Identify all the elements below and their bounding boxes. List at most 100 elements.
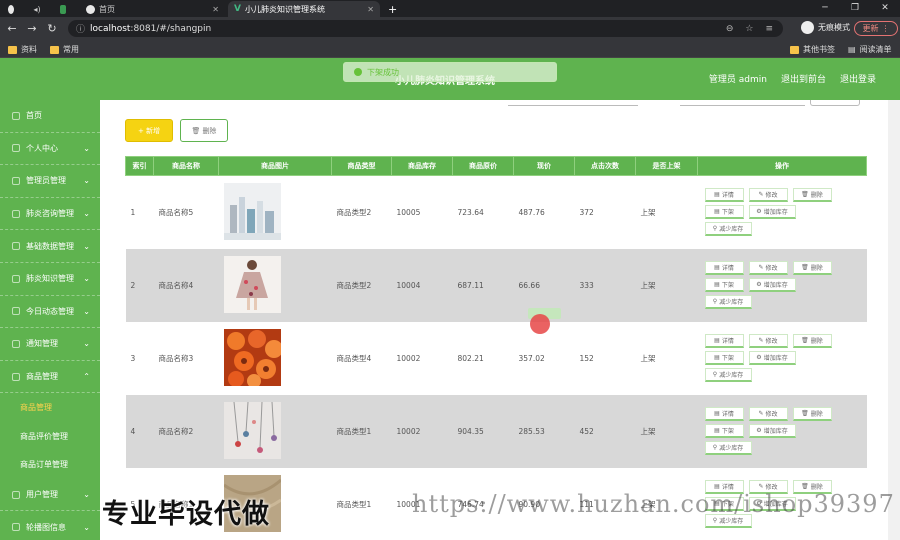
zoom-icon[interactable]: ⊖ [726,24,734,34]
minimize-icon[interactable]: ─ [810,0,840,17]
pinned-tab[interactable] [54,1,72,17]
row-delete-button[interactable]: 🗑 删除 [792,334,832,348]
cell-image [218,175,332,249]
reduce-stock-button[interactable]: ⚲ 减少库存 [704,222,752,237]
sidebar-subitem[interactable]: 商品管理 [0,393,100,422]
close-window-icon[interactable]: ✕ [870,0,900,17]
detail-button[interactable]: ▤ 详情 [704,188,744,203]
product-image[interactable] [223,401,281,461]
close-icon[interactable]: ✕ [212,5,219,14]
chevron-down-icon: ⌄ [83,209,90,219]
sidebar-item[interactable]: 今日动态管理 ⌄ [0,296,100,329]
sidebar-item[interactable]: 首页 [0,100,100,133]
row-delete-button[interactable]: 🗑 删除 [792,188,832,203]
offshelf-button[interactable]: ▤ 下架 [704,278,744,292]
action-label: 下架 [721,209,734,217]
sidebar-item[interactable]: 商品管理 ⌃ [0,361,100,394]
cell-stock: 10005 [391,175,453,249]
offshelf-button[interactable]: ▤ 下架 [704,351,744,365]
star-icon[interactable]: ☆ [745,24,753,34]
edit-button[interactable]: ✎ 修改 [748,407,788,421]
cell-price: 487.76 [513,175,575,249]
add-stock-button[interactable]: ⚙ 增加库存 [748,205,796,220]
tab-home[interactable]: 首页 ✕ [80,1,225,17]
action-label: 详情 [721,192,734,200]
trash-icon: 🗑 [191,126,201,135]
reduce-stock-button[interactable]: ⚲ 减少库存 [704,295,752,309]
bookmark-folder[interactable]: 常用 [50,44,79,55]
offshelf-button[interactable]: ▤ 下架 [704,424,744,438]
url-field[interactable]: ⓘ localhost :8081/#/shangpin ⊖ ☆ ≡ [68,20,783,37]
add-stock-button[interactable]: ⚙ 增加库存 [748,424,796,438]
offshelf-button[interactable]: ▤ 下架 [704,205,744,220]
edit-button[interactable]: ✎ 修改 [748,188,788,203]
action-label: 删除 [810,338,823,345]
restore-icon[interactable]: ❐ [840,0,870,17]
reading-list-icon[interactable]: ≡ [765,24,773,34]
search-select[interactable] [680,102,805,106]
add-stock-icon: ⚙ [756,208,762,216]
action-label: 增加库存 [763,209,788,217]
sidebar-subitem[interactable]: 商品评价管理 [0,422,100,451]
cell-actions: ▤ 详情 ✎ 修改 🗑 删除 ▤ 下架 ⚙ 增加库存 ⚲ 减少库存 [697,248,867,322]
add-stock-button[interactable]: ⚙ 增加库存 [748,278,796,292]
row-delete-button[interactable]: 🗑 删除 [792,407,832,421]
sidebar-item[interactable]: 基础数据管理 ⌄ [0,230,100,263]
scrollbar[interactable] [888,100,900,540]
sidebar-item-label: 通知管理 [26,339,58,349]
reduce-stock-button[interactable]: ⚲ 减少库存 [704,441,752,455]
cell-clicks: 372 [574,175,636,249]
sidebar-item[interactable]: 肺炎知识管理 ⌄ [0,263,100,296]
sidebar-item[interactable]: 通知管理 ⌄ [0,328,100,361]
reload-icon[interactable]: ↻ [44,22,60,35]
reading-list[interactable]: ▤ 阅读清单 [848,44,892,55]
trash-icon: 🗑 [801,483,809,490]
delete-button[interactable]: 🗑 删除 [180,119,228,142]
incognito-indicator[interactable]: 无痕模式 [801,21,850,34]
sidebar-subitem[interactable]: 商品订单管理 [0,450,100,479]
reduce-stock-button[interactable]: ⚲ 减少库存 [704,368,752,382]
product-image[interactable] [223,255,281,315]
success-icon [354,68,362,76]
forward-icon[interactable]: → [24,22,40,35]
cell-original-price: 904.35 [452,394,514,468]
tab-app[interactable]: V 小儿肺炎知识管理系统 ✕ [228,1,380,17]
add-stock-button[interactable]: ⚙ 增加库存 [748,351,796,365]
sidebar-item[interactable]: 个人中心 ⌄ [0,133,100,166]
sidebar-item-label: 轮播图信息 [26,522,66,532]
sidebar-item[interactable]: 肺炎咨询管理 ⌄ [0,198,100,231]
action-label: 减少库存 [719,372,744,379]
detail-button[interactable]: ▤ 详情 [704,407,744,421]
add-button[interactable]: + 新增 [125,119,173,142]
product-image[interactable] [223,328,283,388]
detail-button[interactable]: ▤ 详情 [704,334,744,348]
new-tab-button[interactable]: + [382,1,403,17]
search-button[interactable] [810,100,860,106]
update-button[interactable]: 更新 ⋮ [854,21,898,36]
edit-button[interactable]: ✎ 修改 [748,261,788,275]
reduce-stock-icon: ⚲ [712,225,718,233]
product-image[interactable] [223,182,281,242]
logout-link[interactable]: 退出登录 [840,72,876,85]
sidebar: 首页 个人中心 ⌄ 管理员管理 ⌄ 肺炎咨询管理 ⌄ 基础数据管理 ⌄ 肺炎知识管理 ⌄ 今日动态管理… [0,100,100,540]
bookmark-folder[interactable]: 资料 [8,44,37,55]
pinned-tab[interactable] [2,1,20,17]
chevron-down-icon: ⌄ [83,176,90,186]
back-to-front-link[interactable]: 退出到前台 [781,72,826,85]
row-delete-button[interactable]: 🗑 删除 [792,261,832,275]
edit-button[interactable]: ✎ 修改 [748,334,788,348]
action-label: 减少库存 [719,299,744,306]
cell-price: 285.53 [513,394,575,468]
detail-icon: ▤ [714,337,720,344]
close-icon[interactable]: ✕ [367,5,374,14]
back-icon[interactable]: ← [4,22,20,35]
detail-button[interactable]: ▤ 详情 [704,261,744,275]
sidebar-item[interactable]: 管理员管理 ⌄ [0,165,100,198]
other-bookmarks[interactable]: 其他书签 [790,44,835,55]
sidebar-item[interactable]: 轮播图信息 ⌄ [0,511,100,540]
pinned-tab[interactable]: ◂) [28,1,46,17]
speaker-icon: ◂) [33,4,41,14]
search-input[interactable] [508,102,638,106]
cell-status: 上架 [635,321,698,395]
sidebar-item[interactable]: 用户管理 ⌄ [0,479,100,512]
